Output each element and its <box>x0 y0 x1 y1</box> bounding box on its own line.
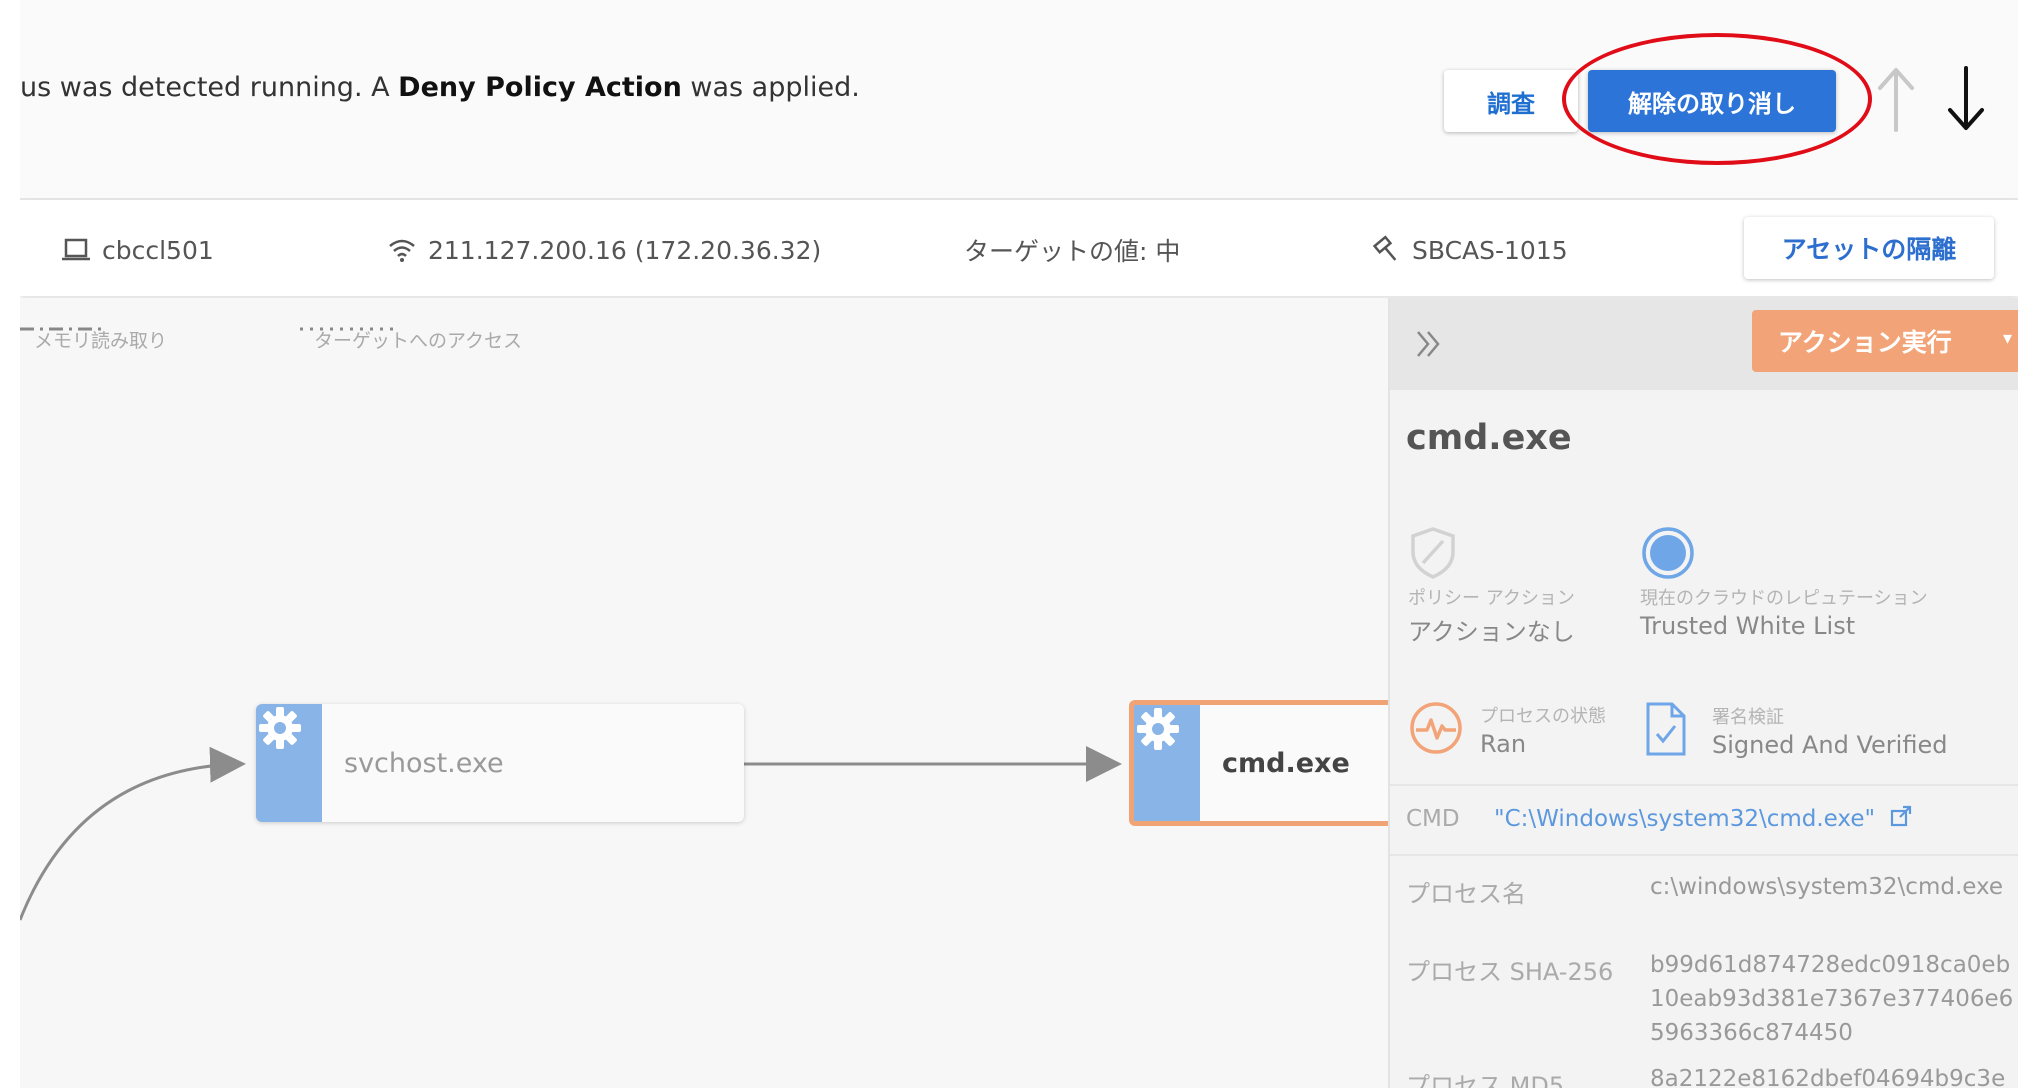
edge-into-svchost <box>20 746 246 921</box>
gear-icon <box>1134 705 1200 821</box>
md5-value: 8a2122e8162dbef04694b9c3e <box>1650 1066 2006 1088</box>
cmd-label: CMD <box>1406 806 1460 832</box>
graph-edges <box>20 746 1122 921</box>
arrow-down-icon[interactable] <box>1944 64 1988 134</box>
alert-text-suffix: was applied. <box>681 72 860 103</box>
process-node-cmd-selected[interactable]: cmd.exe <box>1129 700 1388 826</box>
shield-icon <box>1408 527 1458 584</box>
alert-bar: us was detected running. A Deny Policy A… <box>20 0 2018 200</box>
node-label: cmd.exe <box>1222 747 1350 779</box>
app: us was detected running. A Deny Policy A… <box>20 0 2018 1088</box>
policy-action-value: アクションなし <box>1408 618 1575 646</box>
panel-title: cmd.exe <box>1406 418 1572 458</box>
asset-hostname[interactable]: cbccl501 <box>60 232 214 268</box>
arrow-up-icon[interactable] <box>1874 64 1918 134</box>
reputation-label: 現在のクラウドのレピュテーション <box>1640 588 1928 609</box>
panel-divider <box>1390 784 2018 786</box>
alert-text-prefix: us was detected running. A <box>20 72 399 103</box>
chevron-down-icon: ▾ <box>2002 328 2012 349</box>
asset-policy[interactable]: SBCAS-1015 <box>1372 232 1568 268</box>
reputation-value: Trusted White List <box>1640 612 1856 640</box>
process-name-label: プロセス名 <box>1406 880 1526 908</box>
double-chevron-right-icon[interactable] <box>1414 328 1444 364</box>
heartbeat-icon <box>1408 700 1464 760</box>
take-action-label: アクション実行 <box>1778 328 1952 357</box>
policy-action-label: ポリシー アクション <box>1408 588 1575 609</box>
process-details-panel: アクション実行 ▾ cmd.exe ポリシー アクション アクションなし 現在のク… <box>1388 298 2018 1088</box>
laptop-icon <box>60 236 92 264</box>
policy-text: SBCAS-1015 <box>1412 235 1568 265</box>
highlight-circle <box>1562 33 1872 165</box>
gavel-icon <box>1372 235 1402 265</box>
document-check-icon <box>1644 700 1688 762</box>
process-state-value: Ran <box>1480 730 1527 758</box>
panel-divider <box>1390 854 2018 856</box>
signature-label: 署名検証 <box>1712 707 1784 728</box>
alert-policy-action: Deny Policy Action <box>398 72 682 103</box>
cmd-link[interactable]: "C:\Windows\system32\cmd.exe" <box>1494 806 1875 832</box>
target-value-text: ターゲットの値: 中 <box>964 237 1181 266</box>
sha256-value: b99d61d874728edc0918ca0eb10eab93d381e736… <box>1650 952 2014 1046</box>
process-graph[interactable]: メモリ読み取り ターゲットへのアクセス svchost.exe cmd.exe <box>20 298 1388 1088</box>
external-link-icon[interactable] <box>1889 804 1913 834</box>
asset-ip: 211.127.200.16 (172.20.36.32) <box>386 232 821 268</box>
cmd-row: CMD "C:\Windows\system32\cmd.exe" <box>1406 804 1913 834</box>
process-state-stat: プロセスの状態 Ran <box>1408 700 1606 760</box>
investigate-button[interactable]: 調査 <box>1444 70 1578 132</box>
md5-label: プロセス MD5 <box>1406 1072 1565 1088</box>
reputation-stat: 現在のクラウドのレピュテーション Trusted White List <box>1640 526 1928 640</box>
policy-action-stat: ポリシー アクション アクションなし <box>1408 526 1575 647</box>
wifi-icon <box>386 236 418 264</box>
panel-header: アクション実行 ▾ <box>1390 298 2018 390</box>
signature-stat: 署名検証 Signed And Verified <box>1644 700 1947 762</box>
alert-message: us was detected running. A Deny Policy A… <box>20 72 860 103</box>
asset-info-bar: cbccl501 211.127.200.16 (172.20.36.32) タ… <box>20 200 2018 296</box>
sha256-label: プロセス SHA-256 <box>1406 958 1614 986</box>
asset-target-value: ターゲットの値: 中 <box>964 232 1180 268</box>
gear-icon <box>256 704 322 822</box>
process-state-label: プロセスの状態 <box>1480 706 1606 727</box>
take-action-button[interactable]: アクション実行 ▾ <box>1752 310 2018 372</box>
hostname-text: cbccl501 <box>102 235 214 265</box>
node-label: svchost.exe <box>344 747 504 779</box>
reputation-circle-icon <box>1640 527 1696 584</box>
isolate-asset-button[interactable]: アセットの隔離 <box>1744 217 1994 279</box>
ip-text: 211.127.200.16 (172.20.36.32) <box>428 235 822 265</box>
signature-value: Signed And Verified <box>1712 731 1948 759</box>
process-name-value: c:\windows\system32\cmd.exe <box>1650 874 2004 900</box>
process-node-svchost[interactable]: svchost.exe <box>256 704 744 822</box>
